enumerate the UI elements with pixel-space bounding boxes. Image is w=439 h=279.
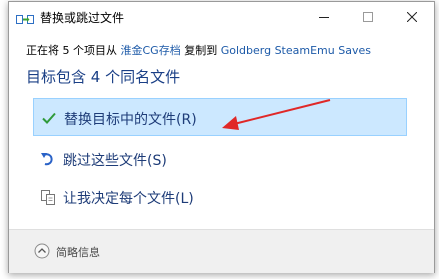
annotation-arrow	[222, 99, 331, 130]
